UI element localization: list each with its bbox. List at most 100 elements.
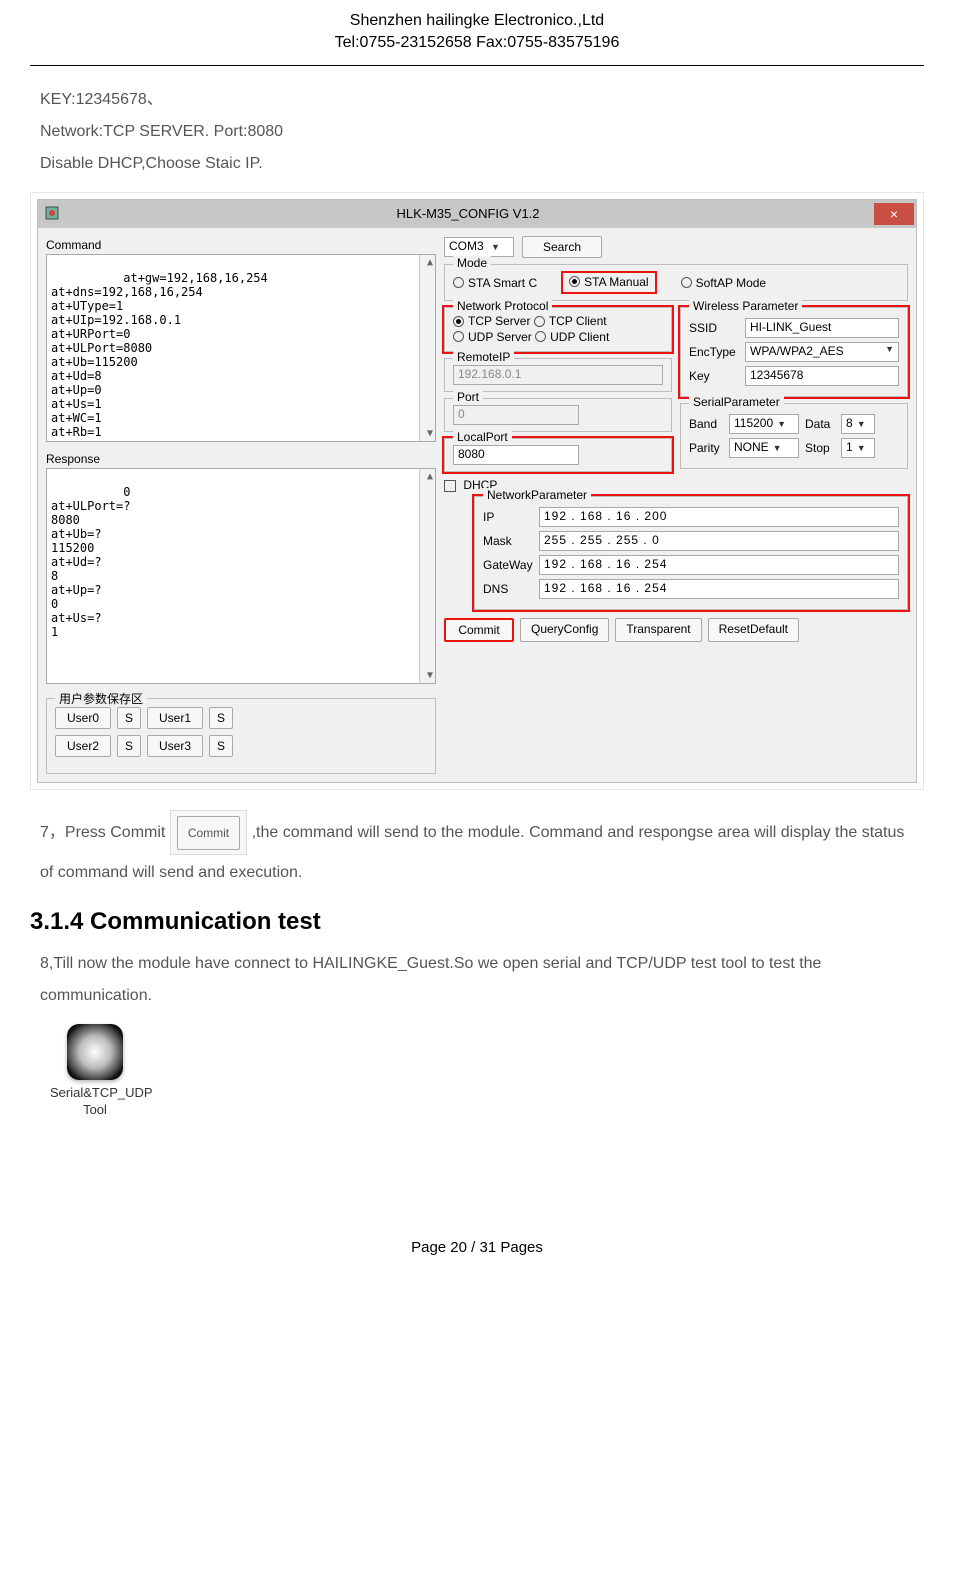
scroll-down-icon[interactable]: ▼ bbox=[427, 428, 433, 439]
mode-legend: Mode bbox=[453, 256, 491, 270]
port-input: 0 bbox=[453, 405, 579, 425]
scroll-up-icon[interactable]: ▲ bbox=[427, 471, 433, 482]
inline-commit-illustration: Commit bbox=[170, 810, 247, 855]
sta-manual-highlight: STA Manual bbox=[561, 271, 656, 295]
enctype-value: WPA/WPA2_AES bbox=[750, 344, 844, 360]
step8: 8,Till now the module have connect to HA… bbox=[40, 948, 914, 1012]
chevron-down-icon: ▼ bbox=[853, 419, 866, 429]
user2-button[interactable]: User2 bbox=[55, 735, 111, 757]
softap-label: SoftAP Mode bbox=[696, 276, 767, 290]
user3-button[interactable]: User3 bbox=[147, 735, 203, 757]
sta-smart-radio[interactable]: STA Smart C bbox=[453, 276, 537, 290]
scroll-up-icon[interactable]: ▲ bbox=[427, 257, 433, 268]
scrollbar[interactable]: ▲ ▼ bbox=[419, 255, 435, 441]
mask-input[interactable]: 255 . 255 . 255 . 0 bbox=[539, 531, 899, 551]
user0-button[interactable]: User0 bbox=[55, 707, 111, 729]
page-footer: Page 20 / 31 Pages bbox=[30, 1239, 924, 1256]
company-name: Shenzhen hailingke Electronico.,Ltd bbox=[30, 10, 924, 32]
commit-button[interactable]: Commit bbox=[444, 618, 514, 642]
com-port-value: COM3 bbox=[449, 239, 484, 253]
gateway-input[interactable]: 192 . 168 . 16 . 254 bbox=[539, 555, 899, 575]
gateway-label: GateWay bbox=[483, 558, 533, 572]
scrollbar[interactable]: ▲ ▼ bbox=[419, 469, 435, 683]
command-textarea[interactable]: at+gw=192,168,16,254 at+dns=192,168,16,2… bbox=[46, 254, 436, 442]
app-icon bbox=[44, 205, 62, 223]
data-label: Data bbox=[805, 417, 835, 431]
wireless-legend: Wireless Parameter bbox=[689, 299, 802, 313]
udp-client-label: UDP Client bbox=[550, 330, 609, 344]
ip-input[interactable]: 192 . 168 . 16 . 200 bbox=[539, 507, 899, 527]
sta-manual-label: STA Manual bbox=[584, 275, 648, 289]
dns-input[interactable]: 192 . 168 . 16 . 254 bbox=[539, 579, 899, 599]
serial-legend: SerialParameter bbox=[689, 395, 784, 409]
command-text: at+gw=192,168,16,254 at+dns=192,168,16,2… bbox=[51, 271, 268, 439]
response-label: Response bbox=[46, 452, 436, 466]
response-textarea[interactable]: 0 at+ULPort=? 8080 at+Ub=? 115200 at+Ud=… bbox=[46, 468, 436, 684]
key-line: KEY:12345678、 bbox=[40, 84, 914, 116]
user2-s-button[interactable]: S bbox=[117, 735, 141, 757]
dhcp-line: Disable DHCP,Choose Staic IP. bbox=[40, 148, 914, 180]
stop-label: Stop bbox=[805, 441, 835, 455]
serial-param-group: SerialParameter Band 115200▼ Data 8▼ Par… bbox=[680, 403, 908, 469]
mask-label: Mask bbox=[483, 534, 533, 548]
sta-smart-label: STA Smart C bbox=[468, 276, 537, 290]
chevron-down-icon: ▼ bbox=[487, 242, 500, 252]
wireless-param-group: Wireless Parameter SSIDHI-LINK_Guest Enc… bbox=[680, 307, 908, 397]
tcp-server-radio[interactable]: TCP Server bbox=[453, 314, 530, 328]
reset-default-button[interactable]: ResetDefault bbox=[708, 618, 799, 642]
tcp-client-label: TCP Client bbox=[549, 314, 607, 328]
tool-label: Serial&TCP_UDP Tool bbox=[50, 1085, 140, 1119]
com-port-select[interactable]: COM3 ▼ bbox=[444, 237, 514, 257]
sta-manual-radio[interactable]: STA Manual bbox=[569, 275, 648, 289]
header-rule bbox=[30, 65, 924, 66]
dns-label: DNS bbox=[483, 582, 533, 596]
ssid-input[interactable]: HI-LINK_Guest bbox=[745, 318, 899, 338]
dhcp-checkbox[interactable] bbox=[444, 480, 456, 492]
user-save-legend: 用户参数保存区 bbox=[55, 690, 147, 707]
close-button[interactable]: × bbox=[874, 203, 914, 225]
app-titlebar: HLK-M35_CONFIG V1.2 × bbox=[38, 200, 916, 228]
mode-group: Mode STA Smart C STA Manual SoftAP Mode bbox=[444, 264, 908, 302]
remote-ip-group: RemoteIP 192.168.0.1 bbox=[444, 358, 672, 392]
user1-button[interactable]: User1 bbox=[147, 707, 203, 729]
softap-radio[interactable]: SoftAP Mode bbox=[681, 276, 767, 290]
key-input[interactable]: 12345678 bbox=[745, 366, 899, 386]
user-save-group: 用户参数保存区 User0 S User1 S User2 S User3 S bbox=[46, 698, 436, 774]
band-value: 115200 bbox=[734, 416, 773, 430]
enctype-select[interactable]: WPA/WPA2_AES ▼ bbox=[745, 342, 899, 362]
data-select[interactable]: 8▼ bbox=[841, 414, 875, 434]
app-screenshot: HLK-M35_CONFIG V1.2 × Command at+gw=192,… bbox=[30, 192, 924, 790]
step7-prefix: 7，Press Commit bbox=[40, 824, 170, 841]
parity-value: NONE bbox=[734, 440, 769, 454]
local-port-legend: LocalPort bbox=[453, 430, 512, 444]
user1-s-button[interactable]: S bbox=[209, 707, 233, 729]
stop-select[interactable]: 1▼ bbox=[841, 438, 875, 458]
chevron-down-icon: ▼ bbox=[881, 344, 894, 360]
band-label: Band bbox=[689, 417, 723, 431]
ip-label: IP bbox=[483, 510, 533, 524]
parity-select[interactable]: NONE▼ bbox=[729, 438, 799, 458]
ssid-label: SSID bbox=[689, 321, 739, 335]
user3-s-button[interactable]: S bbox=[209, 735, 233, 757]
network-protocol-legend: Network Protocol bbox=[453, 299, 552, 313]
user0-s-button[interactable]: S bbox=[117, 707, 141, 729]
transparent-button[interactable]: Transparent bbox=[615, 618, 701, 642]
network-line: Network:TCP SERVER. Port:8080 bbox=[40, 116, 914, 148]
remote-ip-input: 192.168.0.1 bbox=[453, 365, 663, 385]
udp-server-radio[interactable]: UDP Server bbox=[453, 330, 532, 344]
udp-client-radio[interactable]: UDP Client bbox=[535, 330, 609, 344]
search-button[interactable]: Search bbox=[522, 236, 602, 258]
network-parameter-legend: NetworkParameter bbox=[483, 488, 591, 502]
chevron-down-icon: ▼ bbox=[773, 419, 786, 429]
inline-commit-button: Commit bbox=[177, 816, 240, 850]
network-protocol-group: Network Protocol TCP Server TCP Client U… bbox=[444, 307, 672, 352]
chevron-down-icon: ▼ bbox=[853, 443, 866, 453]
remote-ip-legend: RemoteIP bbox=[453, 350, 514, 364]
local-port-input[interactable]: 8080 bbox=[453, 445, 579, 465]
query-config-button[interactable]: QueryConfig bbox=[520, 618, 609, 642]
tcp-client-radio[interactable]: TCP Client bbox=[534, 314, 607, 328]
scroll-down-icon[interactable]: ▼ bbox=[427, 670, 433, 681]
chevron-down-icon: ▼ bbox=[769, 443, 782, 453]
tcp-server-label: TCP Server bbox=[468, 314, 530, 328]
band-select[interactable]: 115200▼ bbox=[729, 414, 799, 434]
